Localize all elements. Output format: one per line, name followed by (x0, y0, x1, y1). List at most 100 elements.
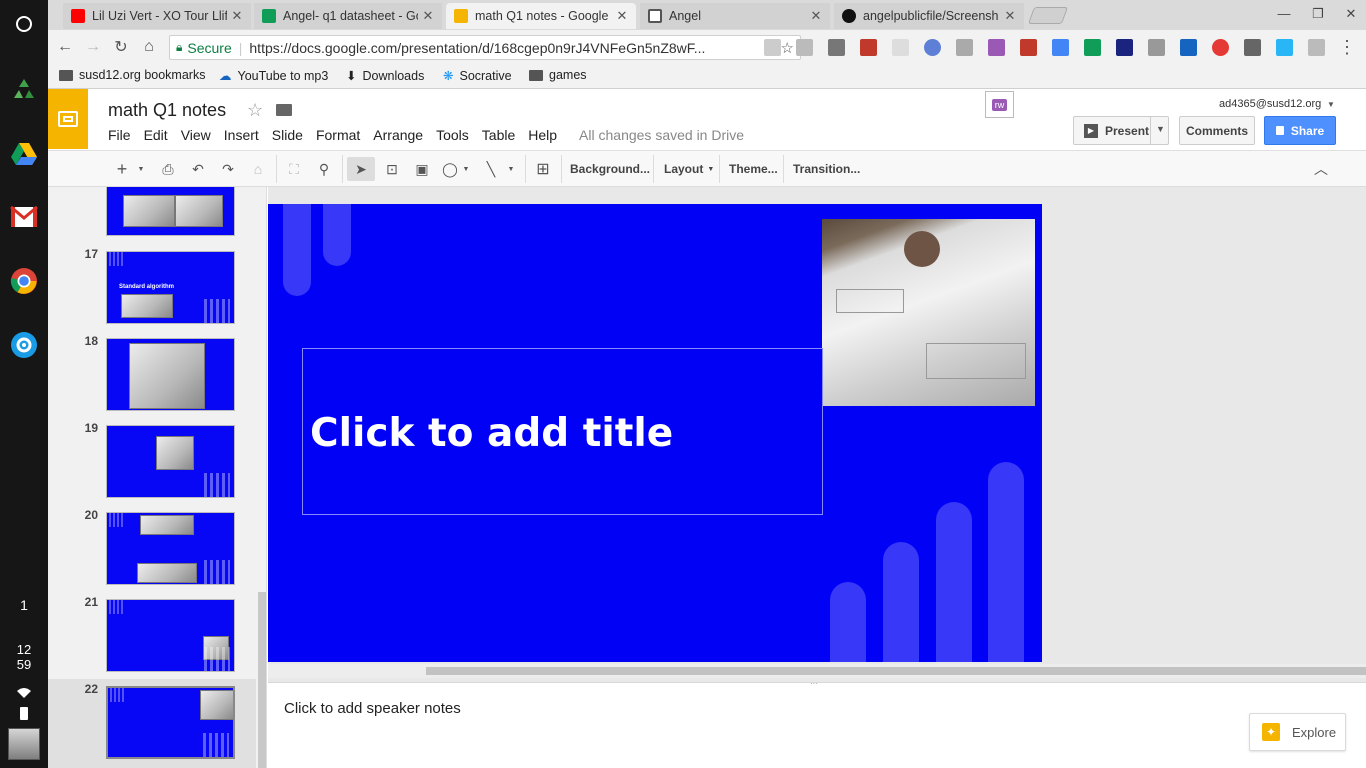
chevron-down-icon[interactable]: ▼ (1156, 124, 1165, 134)
slide-thumbnail[interactable] (106, 338, 235, 411)
gmail-icon[interactable] (8, 201, 40, 233)
settings-icon[interactable] (8, 329, 40, 361)
window-close-icon[interactable]: ✕ (1341, 6, 1361, 24)
notification-count[interactable]: 1 (0, 597, 48, 613)
browser-menu-icon[interactable]: ⋮ (1336, 36, 1358, 58)
launcher-icon[interactable] (8, 8, 40, 40)
folder-icon[interactable] (276, 104, 292, 116)
print-icon[interactable]: ⎙ (158, 157, 178, 181)
select-tool-icon[interactable]: ➤ (347, 157, 375, 181)
recycle-ext-icon[interactable] (1148, 39, 1165, 56)
menu-slide[interactable]: Slide (272, 127, 303, 143)
bookmark-downloads[interactable]: ⬇ Downloads (346, 68, 424, 84)
slide-thumbnail[interactable]: Standard algorithm (106, 251, 235, 324)
minimize-icon[interactable]: — (1274, 6, 1294, 24)
extension-icon[interactable] (1276, 39, 1293, 56)
zoom-icon[interactable]: ⚲ (314, 157, 334, 181)
bookmark-susd12[interactable]: susd12.org bookmarks (59, 68, 205, 82)
chevron-down-icon[interactable]: ▼ (506, 157, 516, 181)
close-icon[interactable]: ✕ (810, 8, 822, 24)
list-icon[interactable] (1244, 39, 1261, 56)
extension-icon[interactable] (1084, 39, 1101, 56)
slide-thumbnail[interactable] (106, 599, 235, 672)
notebook-photo[interactable] (822, 219, 1035, 406)
transition-button[interactable]: Transition... (793, 157, 860, 181)
chevron-down-icon[interactable]: ▼ (136, 157, 146, 181)
extension-icon[interactable] (1020, 39, 1037, 56)
canvas-scrollbar[interactable] (426, 667, 1366, 675)
close-icon[interactable]: ✕ (616, 8, 628, 24)
save-status[interactable]: All changes saved in Drive (579, 127, 744, 143)
clock[interactable]: 12 59 (0, 642, 48, 672)
layout-button[interactable]: Layout ▼ (664, 157, 714, 181)
user-avatar[interactable] (8, 728, 40, 760)
present-button[interactable]: ▶ Present ▼ (1073, 116, 1169, 145)
readwrite-addon-icon[interactable]: rw (985, 91, 1014, 118)
address-bar[interactable]: 🔒︎ Secure | https://docs.google.com/pres… (169, 35, 801, 60)
back-icon[interactable]: ← (54, 36, 76, 58)
theme-button[interactable]: Theme... (729, 157, 778, 181)
shape-icon[interactable]: ◯ (440, 157, 460, 181)
close-icon[interactable]: ✕ (231, 8, 243, 24)
text-box-icon[interactable]: ⊡ (382, 157, 402, 181)
menu-format[interactable]: Format (316, 127, 360, 143)
tab-youtube[interactable]: Lil Uzi Vert - XO Tour Llif3 ✕ (63, 3, 251, 29)
home-icon[interactable]: ⌂ (138, 36, 160, 58)
readwrite-icon[interactable] (988, 39, 1005, 56)
extension-icon[interactable] (860, 39, 877, 56)
recycle-icon[interactable] (8, 74, 40, 106)
tab-github[interactable]: angelpublicfile/Screensh ✕ (834, 3, 1024, 29)
microphone-icon[interactable] (924, 39, 941, 56)
bookmark-socrative[interactable]: ❋ Socrative (443, 68, 512, 84)
undo-icon[interactable]: ↶ (188, 157, 208, 181)
tab-sheets[interactable]: Angel- q1 datasheet - Go ✕ (254, 3, 442, 29)
share-button[interactable]: Share (1264, 116, 1336, 145)
image-icon[interactable]: ▣ (412, 157, 432, 181)
close-icon[interactable]: ✕ (1004, 8, 1016, 24)
filmstrip-scrollbar[interactable] (258, 592, 266, 768)
star-icon[interactable]: ☆ (247, 100, 263, 121)
collapse-toolbar-icon[interactable]: ︿ (1312, 157, 1330, 181)
maximize-icon[interactable]: ❐ (1308, 6, 1328, 24)
account-email[interactable]: ad4365@susd12.org (1219, 98, 1321, 110)
speaker-notes-input[interactable]: Click to add speaker notes (284, 700, 461, 717)
bookmark-star-icon[interactable]: ☆ (781, 39, 794, 57)
slide-thumbnail-selected[interactable] (106, 686, 235, 759)
comments-button[interactable]: Comments (1179, 116, 1255, 145)
new-badge-icon[interactable] (1116, 39, 1133, 56)
account-dropdown-icon[interactable]: ▼ (1327, 100, 1335, 109)
zoom-fit-icon[interactable]: ⛶ (284, 157, 304, 181)
menu-file[interactable]: File (108, 127, 131, 143)
extension-icon[interactable] (1308, 39, 1325, 56)
title-placeholder-box[interactable]: Click to add title (302, 348, 823, 515)
paint-format-icon[interactable]: ⌂ (248, 157, 268, 181)
extension-icon[interactable] (796, 39, 813, 56)
tab-slides[interactable]: math Q1 notes - Google S ✕ (446, 3, 636, 29)
new-slide-icon[interactable]: + (112, 157, 132, 181)
menu-table[interactable]: Table (482, 127, 515, 143)
menu-insert[interactable]: Insert (224, 127, 259, 143)
camera-icon[interactable] (892, 39, 909, 56)
background-button[interactable]: Background... (570, 157, 650, 181)
insert-comment-icon[interactable]: ⊞ (532, 157, 554, 181)
slide-thumbnail[interactable] (106, 512, 235, 585)
extension-icon[interactable] (956, 39, 973, 56)
new-tab-button[interactable] (1027, 7, 1069, 24)
reload-icon[interactable]: ↻ (110, 36, 132, 58)
extension-icon[interactable] (828, 39, 845, 56)
resize-handle[interactable]: ⋯ (810, 679, 818, 688)
extension-icon[interactable] (1180, 39, 1197, 56)
extension-icon[interactable] (1052, 39, 1069, 56)
close-icon[interactable]: ✕ (422, 8, 434, 24)
extension-icon[interactable] (764, 39, 781, 56)
menu-tools[interactable]: Tools (436, 127, 469, 143)
google-drive-icon[interactable] (8, 138, 40, 170)
bookmark-games[interactable]: games (529, 68, 587, 82)
slide-thumbnail[interactable] (106, 187, 235, 236)
menu-edit[interactable]: Edit (144, 127, 168, 143)
menu-arrange[interactable]: Arrange (373, 127, 423, 143)
slide-thumbnail[interactable] (106, 425, 235, 498)
menu-help[interactable]: Help (528, 127, 557, 143)
chevron-down-icon[interactable]: ▼ (461, 157, 471, 181)
adblock-icon[interactable] (1212, 39, 1229, 56)
